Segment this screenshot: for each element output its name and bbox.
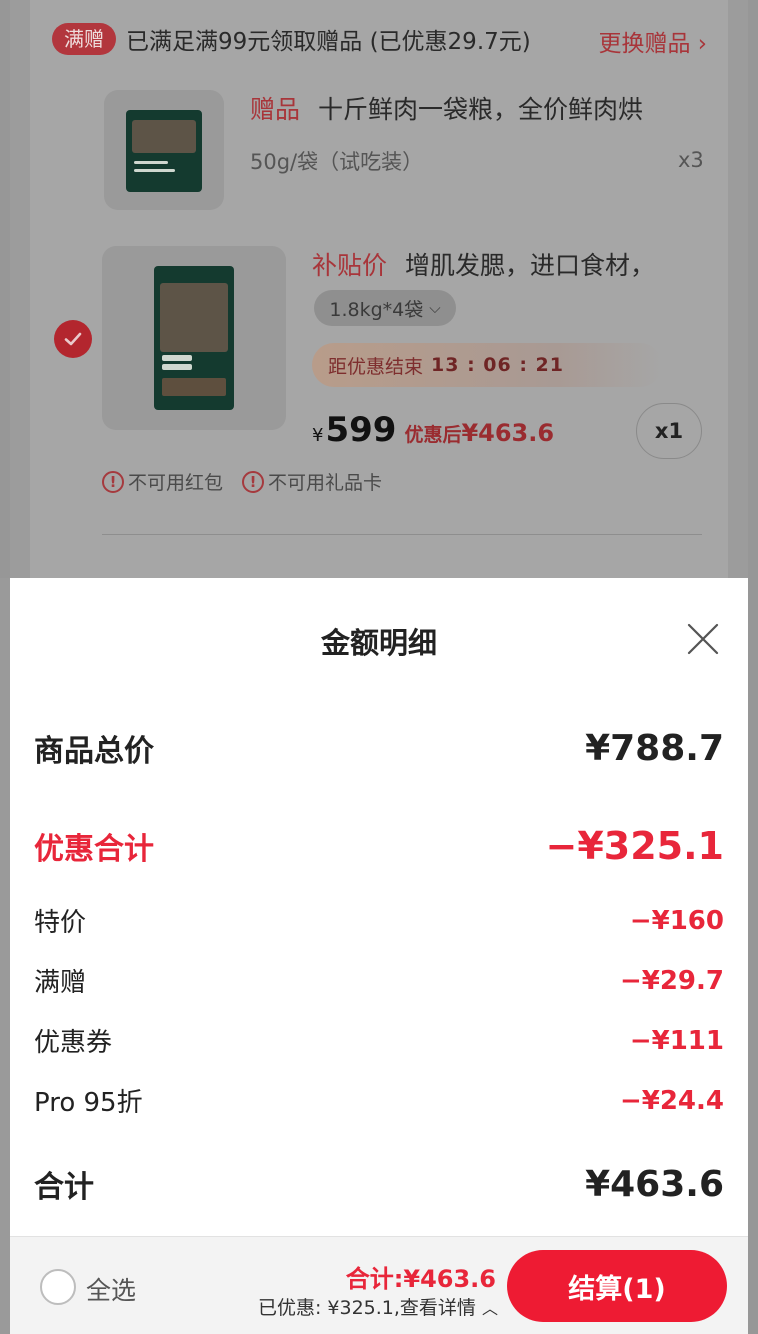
saved-detail-link[interactable]: 已优惠: ¥325.1,查看详情 ︿ xyxy=(258,1293,498,1320)
checkout-bar: 全选 合计:¥463.6 已优惠: ¥325.1,查看详情 ︿ 结算(1) xyxy=(10,1236,748,1334)
promo-countdown: 距优惠结束 13 : 06 : 21 xyxy=(312,343,662,387)
cart-store-card: 满赠 已满足满99元领取赠品 (已优惠29.7元) 更换赠品 › 赠品 十斤鲜肉… xyxy=(30,0,728,578)
product-price: 599 xyxy=(325,410,397,450)
countdown-label: 距优惠结束 xyxy=(328,355,424,378)
discount-item-value: −¥24.4 xyxy=(619,1085,724,1116)
cat-photo xyxy=(132,119,196,153)
discount-total-value: −¥325.1 xyxy=(545,824,724,868)
checkout-button[interactable]: 结算(1) xyxy=(507,1250,727,1322)
after-discount-label: 优惠后 xyxy=(404,424,462,446)
discount-item-value: −¥29.7 xyxy=(619,965,724,996)
subtotal-label: 商品总价 xyxy=(34,734,154,769)
discount-item-row: 优惠券 −¥111 xyxy=(34,1022,724,1059)
discount-item-label: 满赠 xyxy=(34,968,87,998)
alert-icon: ! xyxy=(102,470,124,493)
gift-promo-text: 已满足满99元领取赠品 (已优惠29.7元) xyxy=(126,29,531,55)
pack-text-line xyxy=(162,378,226,396)
quantity-button[interactable]: x1 xyxy=(636,403,702,459)
gift-title[interactable]: 赠品 十斤鲜肉一袋粮，全价鲜肉烘 xyxy=(250,90,643,126)
alert-icon: ! xyxy=(242,470,264,493)
warning-no-red-packet: ! 不可用红包 xyxy=(102,468,223,495)
discount-item-label: Pro 95折 xyxy=(34,1088,143,1118)
discount-item-label: 特价 xyxy=(34,908,87,938)
discount-item-row: 特价 −¥160 xyxy=(34,902,724,939)
warning-text: 不可用礼品卡 xyxy=(268,472,383,494)
grand-total-row: 合计 ¥463.6 xyxy=(34,1162,724,1206)
chevron-up-icon: ︿ xyxy=(481,1299,498,1318)
discount-item-value: −¥160 xyxy=(629,905,724,936)
product-thumbnail[interactable] xyxy=(102,246,286,430)
gift-spec: 50g/袋（试吃装） xyxy=(250,150,424,174)
grand-total-value: ¥463.6 xyxy=(585,1163,724,1205)
after-discount-price: 优惠后¥463.6 xyxy=(404,419,554,447)
saved-text: 已优惠: ¥325.1,查看详情 xyxy=(257,1297,476,1319)
product-title[interactable]: 补贴价 增肌发腮，进口食材， xyxy=(312,246,655,282)
amount-detail-sheet: 金额明细 商品总价 ¥788.7 优惠合计 −¥325.1 特价 −¥160 满… xyxy=(10,578,748,1236)
currency-symbol: ¥ xyxy=(312,425,324,446)
gift-promo-row: 满赠 已满足满99元领取赠品 (已优惠29.7元) 更换赠品 › xyxy=(52,22,707,58)
gift-title-text: 十斤鲜肉一袋粮，全价鲜肉烘 xyxy=(317,95,643,124)
discount-item-row: 满赠 −¥29.7 xyxy=(34,962,724,999)
pack-text-line xyxy=(133,160,168,165)
pack-text-line xyxy=(133,169,176,173)
gift-tag: 满赠 xyxy=(52,23,116,55)
sku-selector[interactable]: 1.8kg*4袋 ⌵ xyxy=(314,290,456,326)
item-checkbox-checked[interactable] xyxy=(54,320,92,358)
select-all-label[interactable]: 全选 xyxy=(86,1271,136,1307)
discount-item-row: Pro 95折 −¥24.4 xyxy=(34,1082,724,1119)
chevron-right-icon: › xyxy=(697,31,707,57)
subsidy-badge: 补贴价 xyxy=(312,251,388,280)
grand-total-label: 合计 xyxy=(34,1170,94,1205)
gift-qty: x3 xyxy=(678,148,704,172)
bar-total: 合计:¥463.6 xyxy=(345,1265,496,1293)
divider xyxy=(102,534,702,535)
subtotal-value: ¥788.7 xyxy=(585,727,724,769)
warning-text: 不可用红包 xyxy=(128,472,224,494)
gift-pack-image xyxy=(126,110,202,192)
discount-total-row: 优惠合计 −¥325.1 xyxy=(34,824,724,868)
discount-total-label: 优惠合计 xyxy=(34,832,154,867)
pack-text-line xyxy=(162,363,193,370)
check-icon xyxy=(64,332,82,346)
product-pack-image xyxy=(154,266,234,410)
discount-item-value: −¥111 xyxy=(629,1025,724,1056)
discount-item-label: 优惠券 xyxy=(34,1028,113,1058)
subtotal-row: 商品总价 ¥788.7 xyxy=(34,726,724,770)
countdown-time: 13 : 06 : 21 xyxy=(431,354,564,376)
backdrop-edge-left xyxy=(0,0,10,578)
cat-photo xyxy=(160,283,228,353)
product-price-row: ¥ 599 优惠后¥463.6 xyxy=(312,410,554,450)
after-discount-value: ¥463.6 xyxy=(461,419,555,447)
pack-text-line xyxy=(162,355,193,362)
backdrop-edge-right xyxy=(748,0,758,1334)
warning-no-gift-card: ! 不可用礼品卡 xyxy=(242,468,382,495)
product-title-text: 增肌发腮，进口食材， xyxy=(404,251,655,280)
select-all-radio[interactable] xyxy=(40,1269,76,1305)
sku-value: 1.8kg*4袋 xyxy=(329,298,424,321)
chevron-down-icon: ⌵ xyxy=(429,299,441,317)
sheet-title: 金额明细 xyxy=(320,626,437,660)
gift-thumbnail[interactable] xyxy=(104,90,224,210)
change-gift-link[interactable]: 更换赠品 › xyxy=(598,24,707,58)
close-icon[interactable] xyxy=(686,622,720,656)
gift-badge: 赠品 xyxy=(250,95,301,124)
